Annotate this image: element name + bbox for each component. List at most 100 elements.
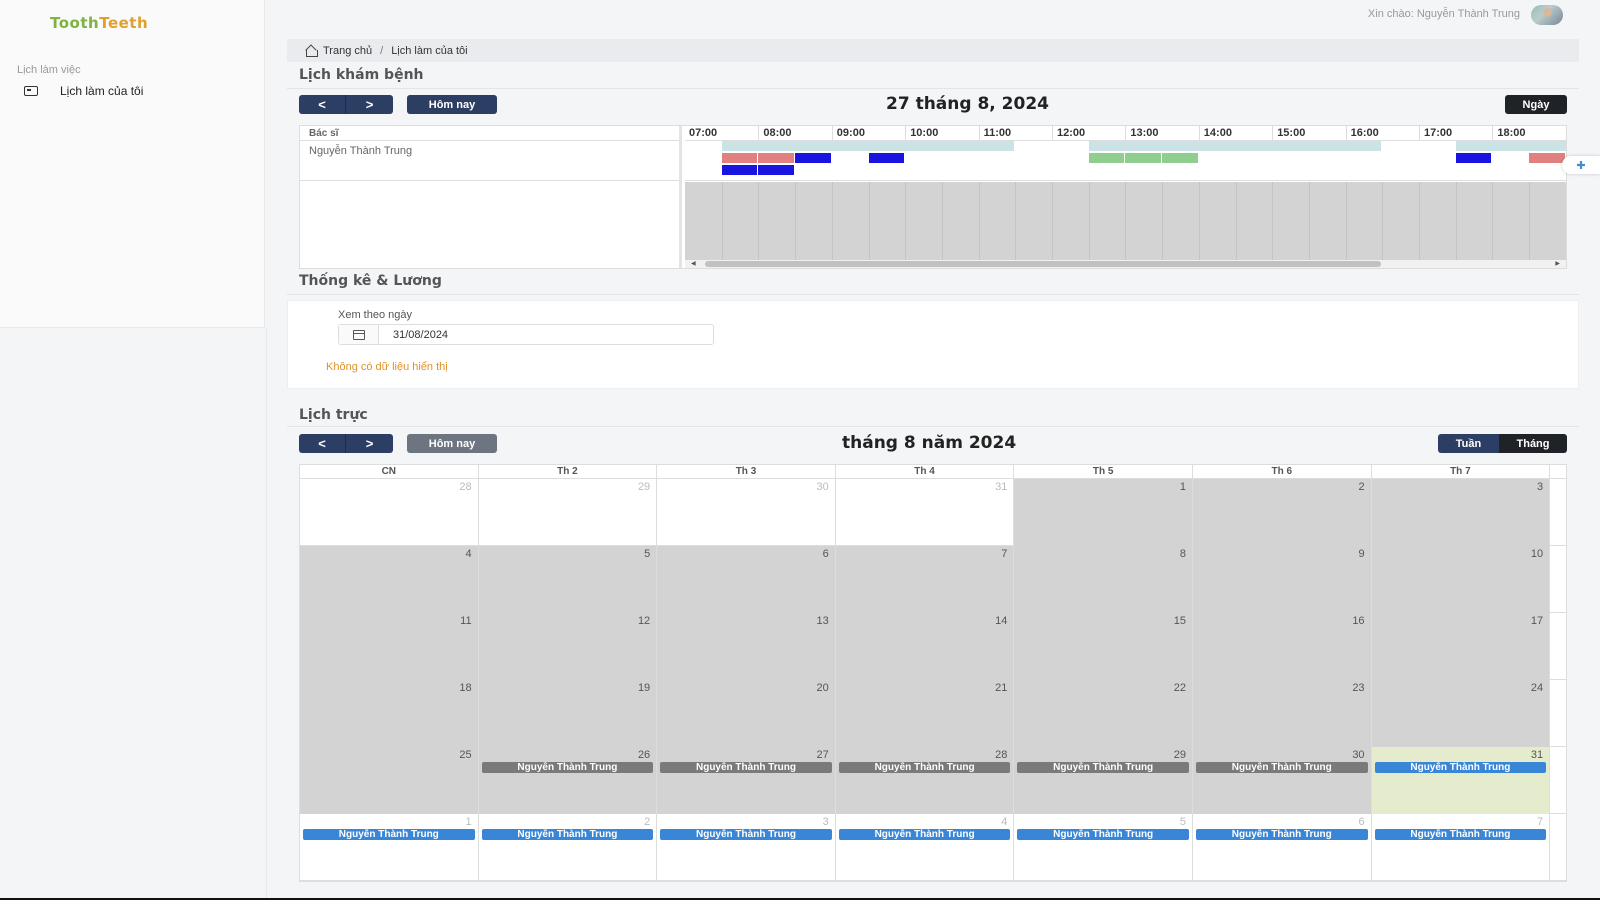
calendar-day-cell[interactable]: 26 Nguyễn Thành Trung [478,747,658,814]
scrollbar-thumb[interactable] [705,261,1381,267]
timeline-event[interactable] [1455,153,1492,163]
calendar-day-cell[interactable]: 29 Nguyễn Thành Trung [1014,747,1193,814]
calendar-day-cell[interactable]: 8 [1014,546,1193,613]
duty-event[interactable]: Nguyễn Thành Trung [838,762,1011,773]
calendar-day-cell[interactable]: 5 [478,546,658,613]
app-logo[interactable]: ToothTeeth [50,14,148,32]
calendar-day-cell[interactable]: 30 Nguyễn Thành Trung [1192,747,1372,814]
timeline-grid[interactable]: 07:00 08:00 09:00 10:00 11:00 12:00 13:00 14:00… [685,126,1566,268]
timeline-resource-row[interactable] [685,141,1566,181]
day-number: 15 [1173,615,1186,627]
duty-event[interactable]: Nguyễn Thành Trung [660,829,832,840]
calendar-day-cell[interactable]: 16 [1192,613,1372,680]
timeline-event[interactable] [721,141,1015,151]
duty-event[interactable]: Nguyễn Thành Trung [1195,762,1368,773]
calendar-day-cell[interactable]: 28 Nguyễn Thành Trung [835,747,1015,814]
timeline-event[interactable] [721,153,758,163]
timeline-event[interactable] [1529,153,1565,163]
duty-today-button[interactable]: Hôm nay [407,434,497,453]
timeline-event[interactable] [868,153,905,163]
calendar-day-cell[interactable]: 10 [1371,546,1551,613]
calendar-day-cell[interactable]: 31 Nguyễn Thành Trung [1371,747,1551,814]
duty-event[interactable]: Nguyễn Thành Trung [660,762,832,773]
calendar-day-cell[interactable]: 24 [1371,680,1551,747]
weekday-header: Th 5 [1014,465,1193,478]
duty-event[interactable]: Nguyễn Thành Trung [1017,762,1189,773]
timeline-event[interactable] [1088,141,1382,151]
timeline-event[interactable] [721,165,758,175]
duty-month-view-button[interactable]: Tháng [1499,434,1567,453]
calendar-day-cell[interactable]: 28 [300,479,479,546]
timeline-event[interactable] [758,165,795,175]
day-number: 9 [1358,548,1365,560]
date-picker-input[interactable]: 31/08/2024 [338,324,714,345]
calendar-day-cell[interactable]: 29 [479,479,658,546]
calendar-day-cell[interactable]: 23 [1192,680,1372,747]
calendar-day-cell[interactable]: 17 [1371,613,1551,680]
calendar-day-cell[interactable]: 31 [836,479,1015,546]
calendar-day-cell[interactable]: 2 Nguyễn Thành Trung [479,814,658,881]
duty-event[interactable]: Nguyễn Thành Trung [838,829,1011,840]
calendar-day-cell[interactable]: 4 [300,546,479,613]
calendar-day-cell[interactable]: 18 [300,680,479,747]
duty-next-button[interactable]: > [346,434,393,453]
timeline-event[interactable] [1455,141,1566,151]
timeline-event[interactable] [758,153,795,163]
duty-week-view-button[interactable]: Tuần [1438,434,1499,453]
calendar-day-cell[interactable]: 3 Nguyễn Thành Trung [657,814,836,881]
timeline-event[interactable] [1162,153,1198,163]
exam-day-view-button[interactable]: Ngày [1505,95,1567,114]
duty-event[interactable]: Nguyễn Thành Trung [1374,762,1547,773]
duty-event[interactable]: Nguyễn Thành Trung [481,762,654,773]
scroll-right-icon[interactable]: ▶ [1555,260,1560,268]
calendar-day-cell[interactable]: 2 [1192,479,1372,546]
calendar-day-cell[interactable]: 13 [657,613,836,680]
day-number: 10 [1530,548,1544,560]
timeline-event[interactable] [1125,153,1162,163]
scroll-left-icon[interactable]: ◀ [691,260,696,268]
calendar-day-cell[interactable]: 1 Nguyễn Thành Trung [300,814,479,881]
duty-event[interactable]: Nguyễn Thành Trung [303,829,475,840]
calendar-day-cell[interactable]: 19 [478,680,658,747]
calendar-day-cell[interactable]: 22 [1014,680,1193,747]
breadcrumb-home[interactable]: Trang chủ [323,45,372,57]
calendar-day-cell[interactable]: 14 [835,613,1015,680]
calendar-day-cell[interactable]: 6 Nguyễn Thành Trung [1193,814,1372,881]
duty-event[interactable]: Nguyễn Thành Trung [1195,829,1368,840]
calendar-day-cell[interactable]: 30 [657,479,836,546]
sidebar-item-my-schedule[interactable]: Lịch làm của tôi [24,81,143,101]
calendar-day-cell[interactable]: 6 [657,546,836,613]
calendar-day-cell[interactable]: 11 [300,613,479,680]
calendar-day-cell[interactable]: 15 [1014,613,1193,680]
calendar-day-cell[interactable]: 7 [835,546,1015,613]
calendar-day-cell[interactable]: 3 [1371,479,1551,546]
floating-tooth-icon[interactable]: ✚ [1562,156,1600,174]
calendar-day-cell[interactable]: 21 [835,680,1015,747]
timeline-event[interactable] [795,153,831,163]
duty-event[interactable]: Nguyễn Thành Trung [1017,829,1189,840]
duty-prev-button[interactable]: < [299,434,346,453]
calendar-day-cell[interactable]: 5 Nguyễn Thành Trung [1014,814,1193,881]
calendar-day-cell[interactable]: 7 Nguyễn Thành Trung [1372,814,1551,881]
exam-next-button[interactable]: > [346,95,393,114]
timeline-hour-label: 17:00 [1419,126,1492,141]
duty-event[interactable]: Nguyễn Thành Trung [1374,829,1547,840]
weekday-header: Th 3 [657,465,836,478]
exam-today-button[interactable]: Hôm nay [407,95,497,114]
day-number: 31 [995,481,1008,493]
exam-prev-button[interactable]: < [299,95,346,114]
duty-event[interactable]: Nguyễn Thành Trung [481,829,654,840]
avatar[interactable] [1531,5,1563,25]
calendar-day-cell[interactable]: 4 Nguyễn Thành Trung [836,814,1015,881]
timeline-event[interactable] [1088,153,1125,163]
timeline-hour-header: 07:00 08:00 09:00 10:00 11:00 12:00 13:00 14:00… [685,126,1566,141]
date-picker-button[interactable] [339,325,379,344]
calendar-day-cell[interactable]: 12 [478,613,658,680]
timeline-slot-line [868,182,870,260]
calendar-day-cell[interactable]: 20 [657,680,836,747]
calendar-day-cell[interactable]: 9 [1192,546,1372,613]
calendar-day-cell[interactable]: 25 [300,747,479,814]
calendar-day-cell[interactable]: 1 [1014,479,1193,546]
calendar-day-cell[interactable]: 27 Nguyễn Thành Trung [657,747,836,814]
timeline-scrollbar[interactable]: ◀ ▶ [685,260,1566,268]
